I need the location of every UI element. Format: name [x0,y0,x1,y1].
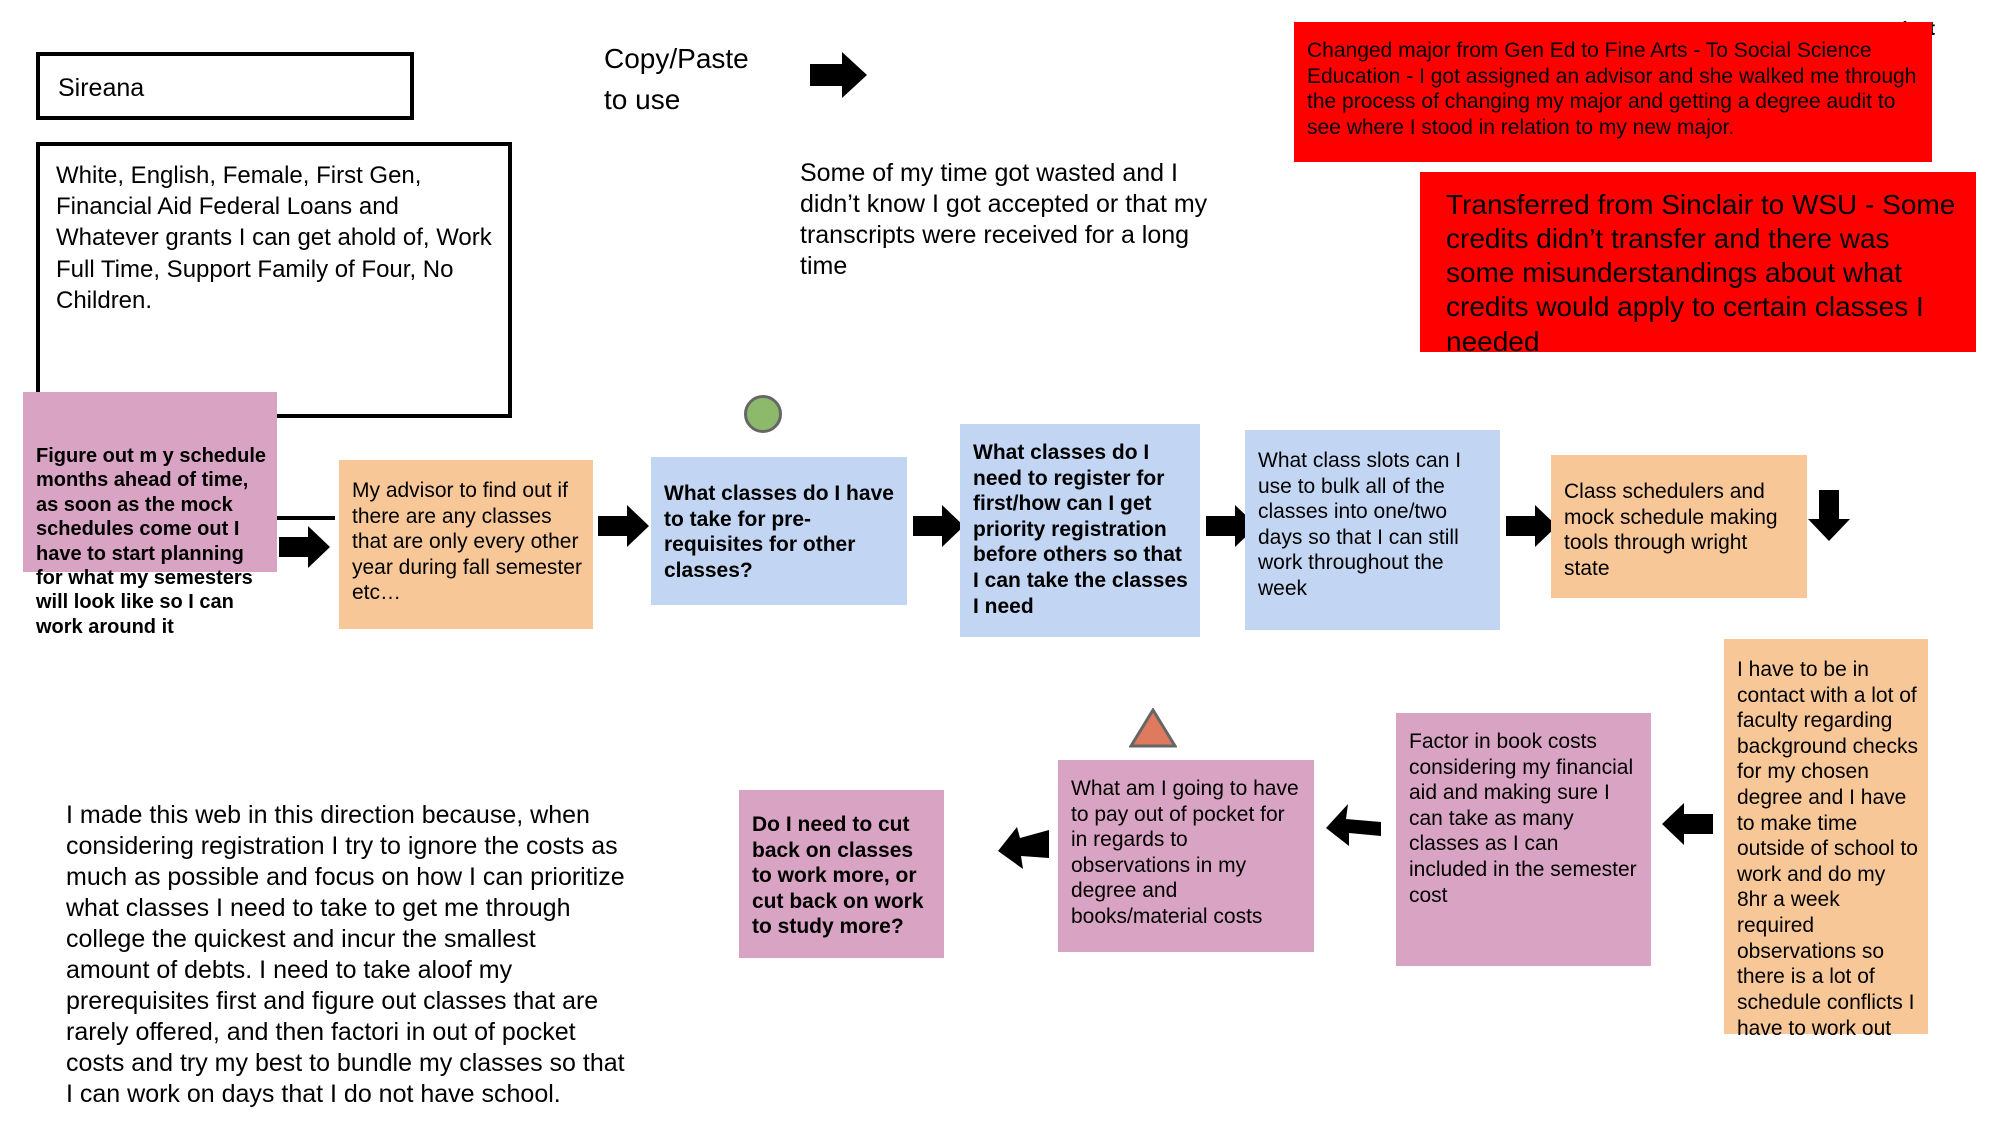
name-box-label: Sireana [58,74,145,102]
direction-explanation-note: I made this web in this direction becaus… [66,801,632,1108]
arrow-out-of-pocket-to-cut-back-icon [998,827,1049,869]
node-cut-back: Do I need to cut back on classes to work… [739,790,944,958]
red-box-changed-major: Changed major from Gen Ed to Fine Arts -… [1294,22,1932,162]
demographics-box: White, English, Female, First Gen, Finan… [36,142,512,418]
demographics-text: White, English, Female, First Gen, Finan… [56,162,499,314]
node-faculty-contact: I have to be in contact with a lot of fa… [1724,639,1928,1040]
node-class-schedulers-text: Class schedulers and mock schedule makin… [1564,480,1784,580]
arrow-book-costs-to-out-of-pocket-icon [1326,804,1381,846]
red-box-transferred-text: Transferred from Sinclair to WSU - Some … [1446,189,1964,357]
copy-paste-instruction-line2: to use [604,84,681,115]
copy-paste-instruction-line1: Copy/Paste [604,43,749,74]
node-out-of-pocket: What am I going to have to pay out of po… [1058,760,1314,952]
node-book-costs-text: Factor in book costs considering my fina… [1409,730,1643,907]
node-prerequisites: What classes do I have to take for pre-r… [651,457,907,605]
arrow-schedule-to-advisor-icon [279,526,330,568]
green-circle-marker-icon [744,395,782,433]
node-cut-back-text: Do I need to cut back on classes to work… [752,813,930,939]
wasted-time-note: Some of my time got wasted and I didn’t … [800,159,1215,280]
node-prerequisites-text: What classes do I have to take for pre-r… [664,482,900,582]
node-priority-registration-text: What classes do I need to register for f… [973,441,1194,618]
node-class-schedulers: Class schedulers and mock schedule makin… [1551,455,1807,598]
arrow-faculty-to-book-costs-icon [1662,803,1713,845]
node-my-advisor-text: My advisor to find out if there are any … [352,479,588,605]
salmon-triangle-marker-icon [1129,708,1177,748]
name-box: Sireana [36,52,414,120]
node-priority-registration: What classes do I need to register for f… [960,424,1200,637]
arrow-schedulers-to-faculty-icon [1808,490,1850,541]
arrow-advisor-to-prerequisites-icon [598,505,649,547]
red-box-changed-major-text: Changed major from Gen Ed to Fine Arts -… [1307,39,1923,139]
node-out-of-pocket-text: What am I going to have to pay out of po… [1071,777,1305,929]
journey-map-canvas: dest Sireana White, English, Female, Fir… [0,0,2000,1125]
node-book-costs: Factor in book costs considering my fina… [1396,713,1651,966]
node-figure-out-schedule: Figure out m y schedule months ahead of … [23,392,277,638]
node-faculty-contact-text: I have to be in contact with a lot of fa… [1737,658,1924,1040]
node-class-slots-text: What class slots can I use to bulk all o… [1258,449,1467,601]
arrow-prerequisites-to-priority-icon [913,505,964,547]
red-box-transferred: Transferred from Sinclair to WSU - Some … [1420,172,1976,357]
node-class-slots: What class slots can I use to bulk all o… [1245,430,1500,630]
copy-paste-arrow-icon [810,52,867,98]
node-my-advisor: My advisor to find out if there are any … [339,460,593,629]
node-figure-out-schedule-text: Figure out m y schedule months ahead of … [36,445,272,638]
